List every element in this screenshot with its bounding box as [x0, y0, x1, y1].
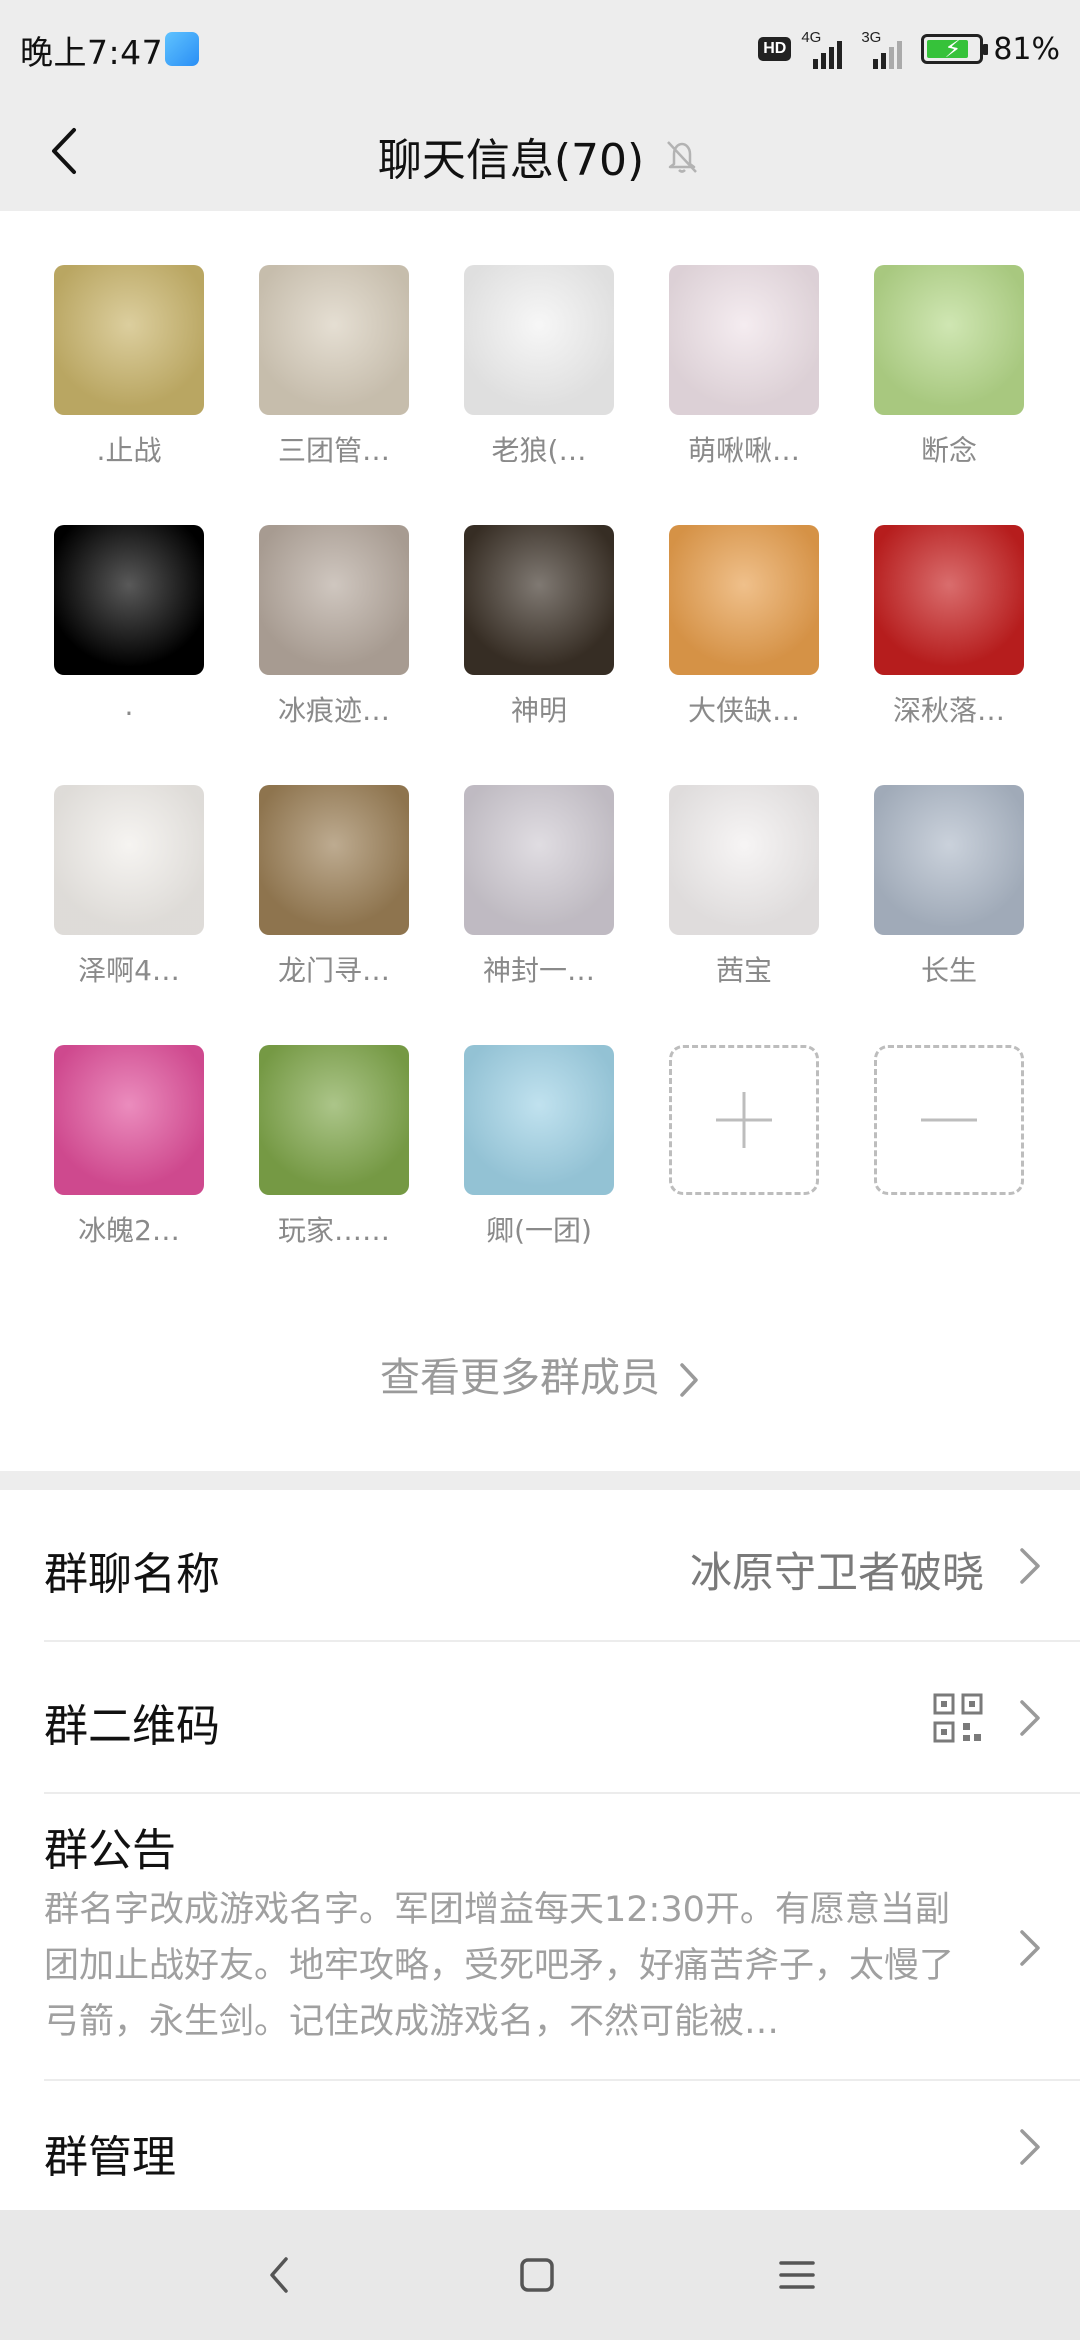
member-name: 神明 — [510, 694, 567, 727]
member-avatar — [464, 785, 614, 935]
chevron-right-icon — [680, 1363, 698, 1397]
member-item[interactable]: 三团管… — [259, 265, 409, 495]
member-name: 断念 — [920, 434, 977, 467]
group-qr-row[interactable]: 群二维码 — [0, 1642, 1080, 1792]
member-item[interactable]: 长生 — [874, 785, 1024, 1015]
member-avatar — [259, 265, 409, 415]
plus-icon — [716, 1092, 772, 1148]
nav-back-button[interactable] — [250, 2245, 310, 2305]
qr-code-icon — [933, 1693, 983, 1743]
settings-list: 群聊名称 冰原守卫者破晓 群二维码 群公告 群名字改成游戏名字。军团增益每天12… — [0, 1490, 1080, 2210]
member-name: 深秋落… — [892, 694, 1005, 727]
member-avatar — [464, 1045, 614, 1195]
hd-badge: HD — [758, 37, 792, 61]
member-name: 茜宝 — [715, 954, 772, 987]
member-name: 冰魄2… — [78, 1214, 180, 1247]
member-name: 神封一… — [482, 954, 595, 987]
members-grid: .止战 三团管… 老狼(… 萌啾啾… 断念. 冰痕迹… 神明 大侠缺… 深秋落… 泽啊4… 龙门寻…… — [0, 211, 1080, 1471]
chevron-right-icon — [1020, 2129, 1040, 2165]
bell-off-icon — [667, 141, 698, 173]
member-avatar — [259, 1045, 409, 1195]
member-name: . — [124, 689, 134, 722]
battery-icon: ⚡ — [921, 34, 989, 64]
view-more-members-label: 查看更多群成员 — [380, 1355, 660, 1401]
page-title: 聊天信息(70) — [377, 135, 645, 186]
chevron-right-icon — [1020, 1548, 1040, 1584]
member-item[interactable]: 老狼(… — [464, 265, 614, 495]
member-item[interactable]: 断念 — [874, 265, 1024, 495]
member-item[interactable]: 大侠缺… — [669, 525, 819, 755]
member-item[interactable]: 深秋落… — [874, 525, 1024, 755]
member-item[interactable]: .止战 — [54, 265, 204, 495]
member-item[interactable]: 龙门寻… — [259, 785, 409, 1015]
member-item[interactable]: . — [54, 525, 204, 755]
member-name: 大侠缺… — [687, 694, 800, 727]
member-name: 老狼(… — [491, 434, 587, 467]
member-name: 卿(一团) — [486, 1214, 592, 1247]
group-manage-row[interactable]: 群管理 — [0, 2081, 1080, 2210]
member-item[interactable]: 冰痕迹… — [259, 525, 409, 755]
nav-menu-button[interactable] — [767, 2245, 827, 2305]
member-name: 三团管… — [277, 434, 390, 467]
member-avatar — [874, 525, 1024, 675]
group-name-label: 群聊名称 — [44, 1549, 220, 1600]
member-avatar — [464, 525, 614, 675]
app-notification-icon — [165, 32, 199, 66]
status-indicators: HD 4G 3G ⚡ 81% — [758, 24, 1060, 74]
member-name: 冰痕迹… — [277, 694, 390, 727]
view-more-members-link[interactable]: 查看更多群成员 — [0, 1345, 1080, 1403]
member-avatar — [259, 525, 409, 675]
member-name: 玩家…… — [277, 1214, 390, 1247]
member-name: 龙门寻… — [277, 954, 390, 987]
group-qr-label: 群二维码 — [44, 1701, 220, 1752]
member-avatar — [669, 525, 819, 675]
member-name: 长生 — [920, 954, 977, 987]
member-name: .止战 — [96, 434, 162, 467]
member-item[interactable]: 神封一… — [464, 785, 614, 1015]
nav-back-icon — [270, 2257, 288, 2293]
member-avatar — [669, 265, 819, 415]
member-avatar — [54, 785, 204, 935]
member-item[interactable]: 茜宝 — [669, 785, 819, 1015]
nav-menu-icon — [779, 2261, 815, 2289]
system-nav-bar — [0, 2210, 1080, 2340]
group-name-row[interactable]: 群聊名称 冰原守卫者破晓 — [0, 1490, 1080, 1640]
group-notice-label: 群公告 — [44, 1825, 176, 1876]
add-member-button[interactable] — [669, 1045, 819, 1195]
member-name: 泽啊4… — [78, 954, 180, 987]
member-avatar — [874, 265, 1024, 415]
nav-home-button[interactable] — [507, 2245, 567, 2305]
member-item[interactable]: 玩家…… — [259, 1045, 409, 1275]
nav-home-icon — [520, 2258, 554, 2292]
signal-3g-icon: 3G — [861, 29, 911, 69]
status-bar: 晚上7:47 HD 4G 3G ⚡ 81% — [0, 0, 1080, 96]
member-avatar — [54, 1045, 204, 1195]
chevron-right-icon — [1020, 1930, 1040, 1966]
status-time: 晚上7:47 — [20, 33, 164, 72]
group-name-value: 冰原守卫者破晓 — [689, 1548, 984, 1597]
header: 聊天信息(70) — [0, 96, 1080, 211]
group-notice-text: 群名字改成游戏名字。军团增益每天12:30开。有愿意当副团加止战好友。地牢攻略，… — [44, 1890, 955, 2042]
member-avatar — [54, 265, 204, 415]
signal-4g-icon: 4G — [801, 29, 851, 69]
group-notice-row[interactable]: 群公告 群名字改成游戏名字。军团增益每天12:30开。有愿意当副团加止战好友。地… — [0, 1794, 1080, 2079]
member-avatar — [259, 785, 409, 935]
member-avatar — [669, 785, 819, 935]
minus-icon — [921, 1118, 977, 1122]
member-item[interactable]: 卿(一团) — [464, 1045, 614, 1275]
remove-member-button[interactable] — [874, 1045, 1024, 1195]
member-avatar — [874, 785, 1024, 935]
member-name: 萌啾啾… — [687, 434, 800, 467]
member-avatar — [54, 525, 204, 675]
member-avatar — [464, 265, 614, 415]
group-manage-label: 群管理 — [44, 2132, 176, 2183]
battery-percent: 81% — [993, 31, 1060, 67]
member-item[interactable]: 萌啾啾… — [669, 265, 819, 495]
chevron-right-icon — [1020, 1700, 1040, 1736]
member-item[interactable]: 冰魄2… — [54, 1045, 204, 1275]
member-item[interactable]: 神明 — [464, 525, 614, 755]
member-item[interactable]: 泽啊4… — [54, 785, 204, 1015]
